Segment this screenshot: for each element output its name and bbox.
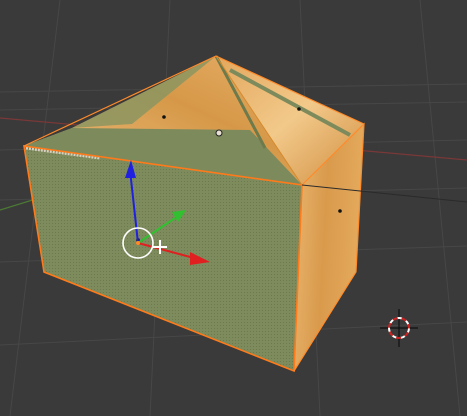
- pivot-point-icon: [215, 129, 223, 137]
- 3d-viewport[interactable]: [0, 0, 467, 416]
- gizmo-origin-dot: [136, 241, 140, 245]
- viewport-canvas[interactable]: [0, 0, 467, 416]
- 3d-cursor-icon[interactable]: [380, 309, 418, 347]
